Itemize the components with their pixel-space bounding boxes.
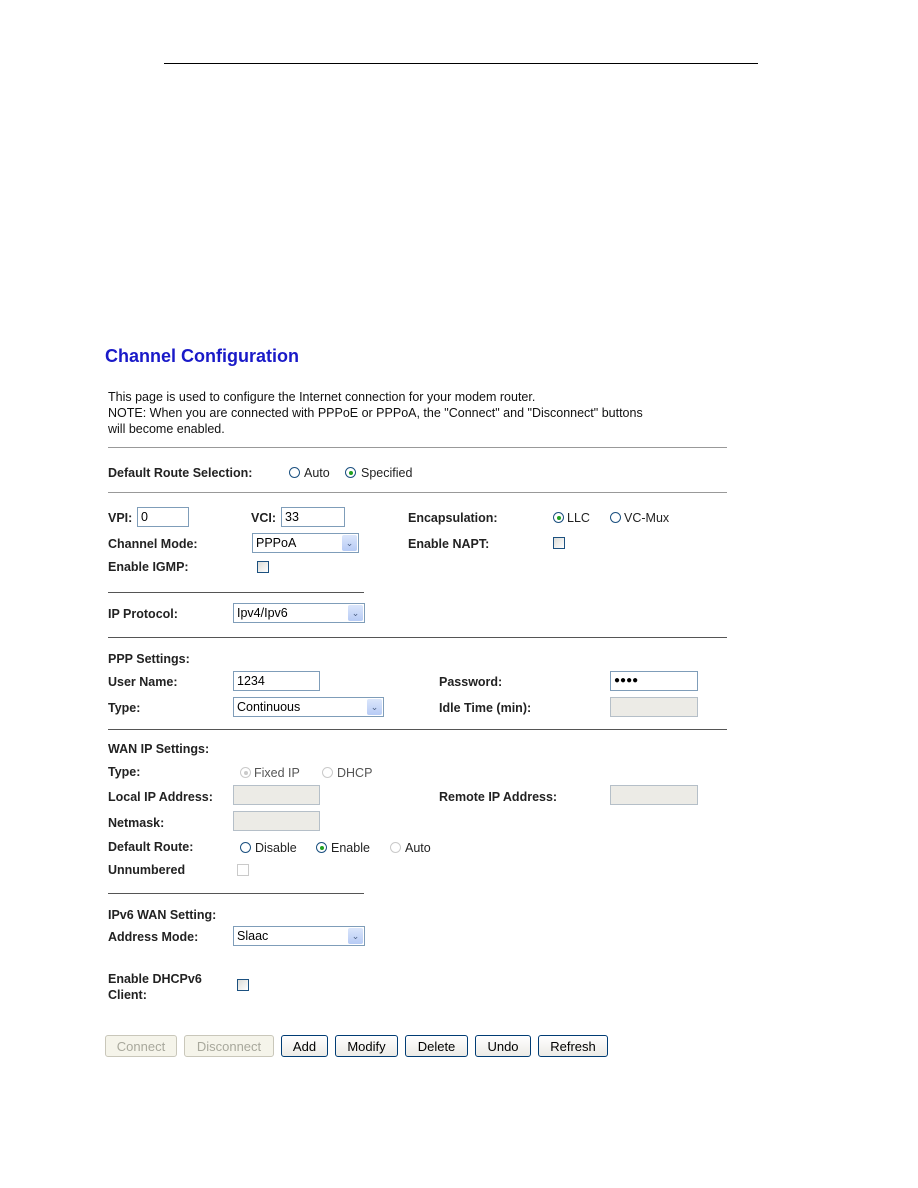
connect-button[interactable]: Connect — [105, 1035, 177, 1057]
enable-dhcpv6-label-line: Enable DHCPv6 — [108, 972, 202, 986]
wan-ip-settings-heading: WAN IP Settings: — [108, 742, 210, 756]
default-route-disable-radio[interactable] — [240, 842, 251, 853]
wan-type-fixed-ip-radio[interactable] — [240, 767, 251, 778]
vci-label: VCI: — [251, 511, 276, 525]
chevron-down-icon: ⌄ — [342, 535, 357, 551]
default-route-auto-label: Auto — [304, 466, 330, 480]
enable-dhcpv6-label-line: Client: — [108, 988, 147, 1002]
local-ip-input[interactable] — [233, 785, 320, 805]
enable-dhcpv6-checkbox[interactable] — [237, 979, 249, 991]
default-route-auto-radio[interactable] — [390, 842, 401, 853]
undo-button[interactable]: Undo — [475, 1035, 531, 1057]
encapsulation-llc-label: LLC — [567, 511, 590, 525]
default-route-auto-radio[interactable] — [289, 467, 300, 478]
wan-type-fixed-ip-label: Fixed IP — [254, 766, 300, 780]
netmask-input[interactable] — [233, 811, 320, 831]
default-route-specified-label: Specified — [361, 466, 413, 480]
chevron-down-icon: ⌄ — [367, 699, 382, 715]
username-label: User Name: — [108, 675, 178, 689]
divider — [108, 637, 727, 638]
address-mode-select[interactable]: Slaac ⌄ — [233, 926, 365, 946]
default-route-selection-label: Default Route Selection: — [108, 466, 253, 480]
enable-dhcpv6-label: Enable DHCPv6 Client: — [108, 971, 202, 1003]
address-mode-label: Address Mode: — [108, 930, 199, 944]
default-route-enable-radio[interactable] — [316, 842, 327, 853]
description-line: This page is used to configure the Inter… — [108, 390, 536, 404]
enable-napt-checkbox[interactable] — [553, 537, 565, 549]
idle-time-input[interactable] — [610, 697, 698, 717]
channel-mode-value: PPPoA — [256, 536, 297, 550]
refresh-button[interactable]: Refresh — [538, 1035, 608, 1057]
idle-time-label: Idle Time (min): — [439, 701, 532, 715]
ip-protocol-label: IP Protocol: — [108, 607, 178, 621]
encapsulation-label: Encapsulation: — [408, 511, 498, 525]
default-route-disable-label: Disable — [255, 841, 297, 855]
default-route-specified-radio[interactable] — [345, 467, 356, 478]
default-route-label: Default Route: — [108, 840, 194, 854]
encapsulation-llc-radio[interactable] — [553, 512, 564, 523]
divider — [108, 893, 364, 894]
username-input[interactable]: 1234 — [233, 671, 320, 691]
ppp-type-label: Type: — [108, 701, 141, 715]
disconnect-button[interactable]: Disconnect — [184, 1035, 274, 1057]
encapsulation-vcmux-label: VC-Mux — [624, 511, 670, 525]
ip-protocol-value: Ipv4/Ipv6 — [237, 606, 288, 620]
local-ip-label: Local IP Address: — [108, 790, 213, 804]
unnumbered-checkbox[interactable] — [237, 864, 249, 876]
description-line: NOTE: When you are connected with PPPoE … — [108, 406, 643, 420]
chevron-down-icon: ⌄ — [348, 928, 363, 944]
wan-type-dhcp-label: DHCP — [337, 766, 373, 780]
encapsulation-vcmux-radio[interactable] — [610, 512, 621, 523]
ipv6-wan-heading: IPv6 WAN Setting: — [108, 908, 217, 922]
divider — [108, 592, 364, 593]
ppp-type-value: Continuous — [237, 700, 301, 714]
netmask-label: Netmask: — [108, 816, 165, 830]
description-line: will become enabled. — [108, 422, 225, 436]
channel-mode-select[interactable]: PPPoA ⌄ — [252, 533, 359, 553]
wan-type-dhcp-radio[interactable] — [322, 767, 333, 778]
divider — [108, 729, 727, 730]
remote-ip-input[interactable] — [610, 785, 698, 805]
page-description: This page is used to configure the Inter… — [108, 389, 728, 437]
vci-input[interactable]: 33 — [281, 507, 345, 527]
ppp-type-select[interactable]: Continuous ⌄ — [233, 697, 384, 717]
wan-type-label: Type: — [108, 765, 141, 779]
password-label: Password: — [439, 675, 503, 689]
channel-mode-label: Channel Mode: — [108, 537, 198, 551]
page-title: Channel Configuration — [105, 346, 299, 366]
chevron-down-icon: ⌄ — [348, 605, 363, 621]
vpi-input[interactable]: 0 — [137, 507, 189, 527]
default-route-enable-label: Enable — [331, 841, 370, 855]
ppp-settings-heading: PPP Settings: — [108, 652, 190, 666]
password-input[interactable]: ●●●● — [610, 671, 698, 691]
divider — [108, 447, 727, 448]
modify-button[interactable]: Modify — [335, 1035, 398, 1057]
default-route-auto-label: Auto — [405, 841, 431, 855]
remote-ip-label: Remote IP Address: — [439, 790, 558, 804]
vpi-label: VPI: — [108, 511, 133, 525]
delete-button[interactable]: Delete — [405, 1035, 468, 1057]
unnumbered-label: Unnumbered — [108, 863, 186, 877]
page-header-rule — [164, 63, 758, 64]
ip-protocol-select[interactable]: Ipv4/Ipv6 ⌄ — [233, 603, 365, 623]
enable-igmp-checkbox[interactable] — [257, 561, 269, 573]
enable-igmp-label: Enable IGMP: — [108, 560, 189, 574]
address-mode-value: Slaac — [237, 929, 269, 943]
divider — [108, 492, 727, 493]
add-button[interactable]: Add — [281, 1035, 328, 1057]
enable-napt-label: Enable NAPT: — [408, 537, 490, 551]
